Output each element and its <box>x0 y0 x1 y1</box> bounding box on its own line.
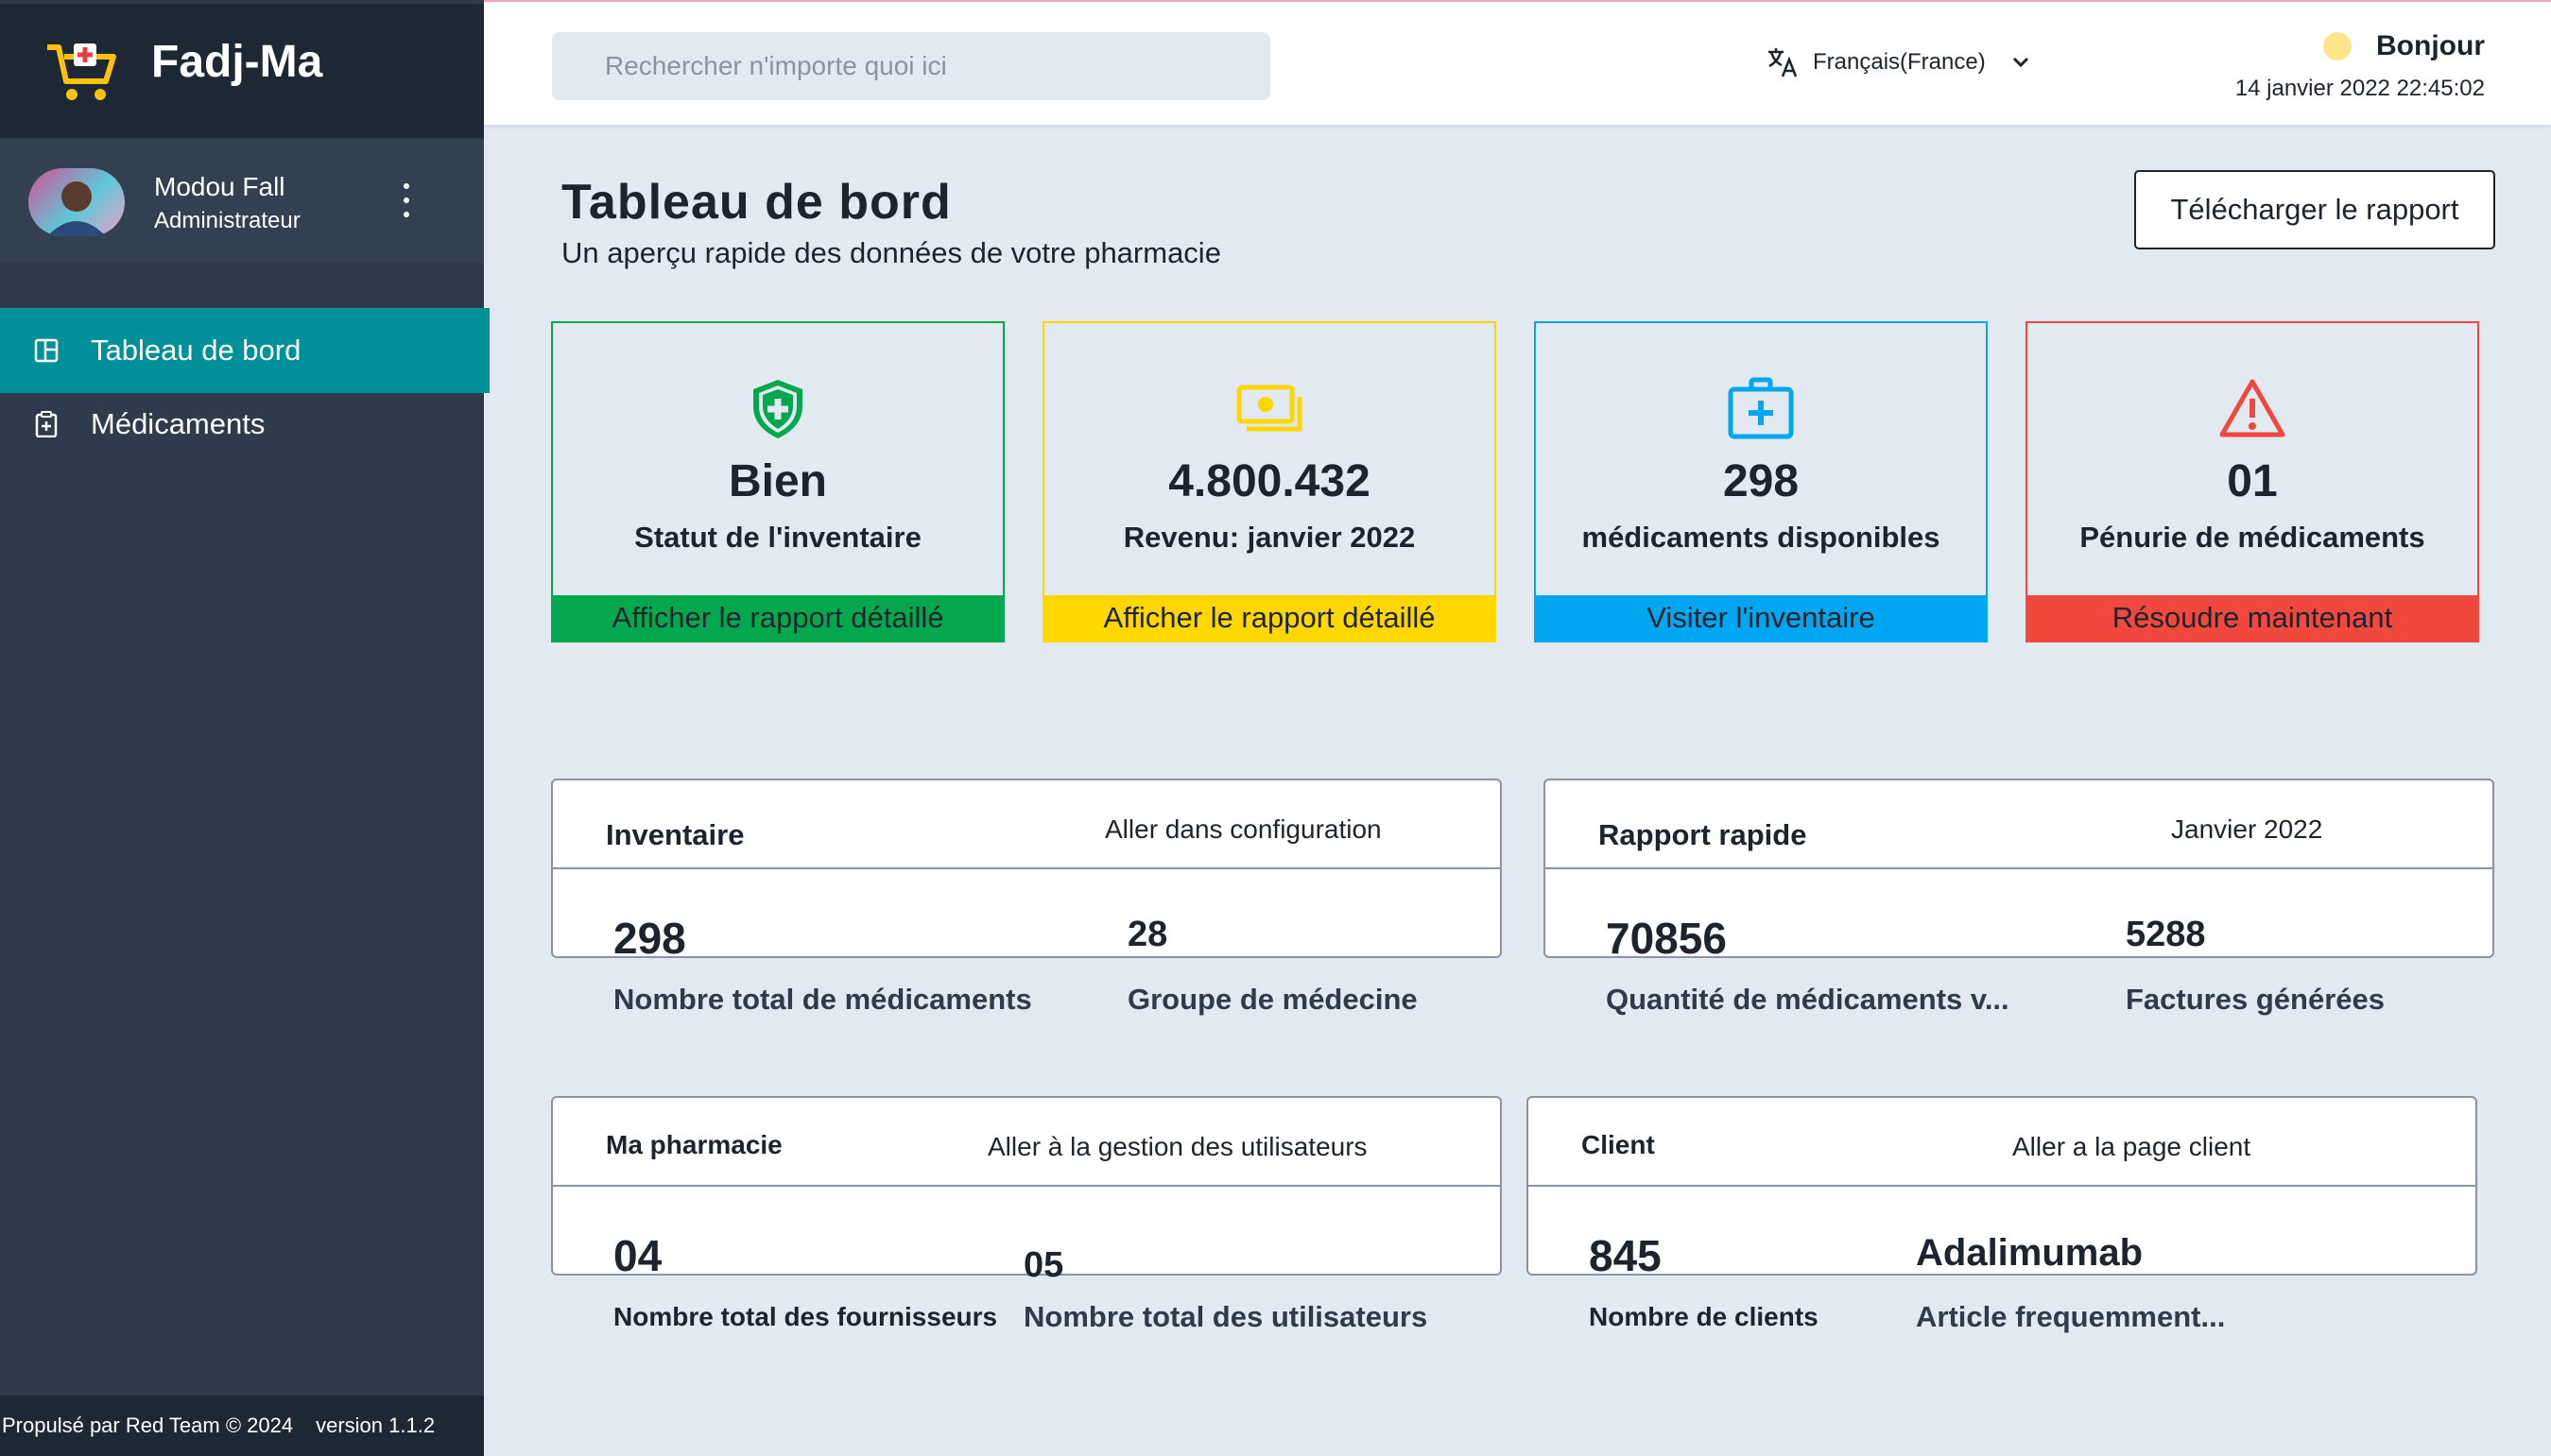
panel-label: Nombre de clients <box>1589 1302 1818 1331</box>
page-title: Tableau de bord <box>561 175 952 230</box>
stat-action-link[interactable]: Visiter l'inventaire <box>1536 595 1986 641</box>
stat-label: Revenu: janvier 2022 <box>1123 521 1416 554</box>
sidebar-footer: Propulsé par Red Team © 2024 version 1.1… <box>0 1396 484 1456</box>
stat-card-shortage: 01 Pénurie de médicaments Résoudre maint… <box>2025 321 2479 642</box>
medkit-icon <box>1728 377 1794 439</box>
avatar <box>28 168 125 236</box>
panel-label: Groupe de médecine <box>1128 983 1418 1016</box>
warning-icon <box>2219 379 2285 437</box>
sun-icon <box>2323 32 2353 60</box>
stat-label: Pénurie de médicaments <box>2079 521 2425 554</box>
clipboard-plus-icon <box>35 411 58 437</box>
stat-value: Bien <box>728 456 827 506</box>
top-bar: Français(France) Bonjour 14 janvier 2022… <box>484 2 2551 125</box>
panel-title: Inventaire <box>606 818 745 851</box>
user-name: Modou Fall <box>154 172 285 201</box>
panel-value: 298 <box>613 914 686 963</box>
panel-value: 04 <box>613 1231 663 1280</box>
language-label: Français(France) <box>1813 49 1986 75</box>
chevron-down-icon <box>2012 57 2028 68</box>
user-profile: Modou Fall Administrateur <box>0 140 484 263</box>
greeting-block: Bonjour 14 janvier 2022 22:45:02 <box>2235 30 2485 102</box>
panel-client: Client Aller a la page client 845 Nombre… <box>1526 1096 2477 1333</box>
panel-title: Client <box>1581 1130 1655 1159</box>
page-subtitle: Un aperçu rapide des données de votre ph… <box>561 236 1221 269</box>
panel-value: Adalimumab <box>1916 1232 2144 1274</box>
greeting-text: Bonjour <box>2376 30 2485 61</box>
panel-quick-report: Rapport rapide Janvier 2022 70856 Quanti… <box>1543 779 2494 1016</box>
panel-value: 70856 <box>1606 914 1727 963</box>
version-text: version 1.1.2 <box>316 1413 436 1437</box>
panel-label: Nombre total des fournisseurs <box>613 1302 998 1331</box>
stat-value: 4.800.432 <box>1168 456 1370 506</box>
stat-label: médicaments disponibles <box>1581 521 1940 554</box>
stat-action-link[interactable]: Résoudre maintenant <box>2027 595 2477 641</box>
panel-inventory: Inventaire Aller dans configuration 298 … <box>551 779 1502 1016</box>
stat-action-link[interactable]: Afficher le rapport détaillé <box>1044 595 1494 641</box>
panel-my-pharmacy: Ma pharmacie Aller à la gestion des util… <box>551 1096 1502 1333</box>
panel-label: Factures générées <box>2126 983 2385 1016</box>
translate-icon <box>1768 48 1798 77</box>
panel-title: Rapport rapide <box>1598 818 1807 851</box>
panel-label: Article frequemment... <box>1916 1300 2226 1333</box>
powered-by-text: Propulsé par Red Team © 2024 <box>2 1413 294 1437</box>
panel-title: Ma pharmacie <box>606 1130 783 1159</box>
download-report-button[interactable]: Télécharger le rapport <box>2134 170 2495 249</box>
shield-plus-icon <box>753 380 802 438</box>
stat-label: Statut de l'inventaire <box>634 521 922 554</box>
report-period-selector[interactable]: Janvier 2022 <box>2171 814 2322 845</box>
datetime-text: 14 janvier 2022 22:45:02 <box>2234 76 2485 101</box>
user-role: Administrateur <box>154 208 301 233</box>
panel-label: Nombre total des utilisateurs <box>1024 1300 1428 1333</box>
language-selector[interactable]: Français(France) <box>1766 45 2033 79</box>
more-options-icon[interactable] <box>395 180 418 221</box>
panel-label: Quantité de médicaments v... <box>1606 983 2009 1016</box>
app-name: Fadj-Ma <box>151 37 323 87</box>
panel-value: 845 <box>1589 1231 1662 1280</box>
go-to-client-page-link[interactable]: Aller a la page client <box>2012 1132 2250 1162</box>
go-to-user-management-link[interactable]: Aller à la gestion des utilisateurs <box>988 1132 1368 1162</box>
go-to-configuration-link[interactable]: Aller dans configuration <box>1105 814 1382 845</box>
sidebar-item-label: Médicaments <box>91 407 266 440</box>
dashboard-icon <box>34 338 59 363</box>
stat-action-link[interactable]: Afficher le rapport détaillé <box>553 595 1003 641</box>
panel-value: 5288 <box>2126 915 2206 954</box>
sidebar-item-label: Tableau de bord <box>91 334 302 367</box>
stat-value: 01 <box>2227 456 2278 506</box>
stat-card-revenue: 4.800.432 Revenu: janvier 2022 Afficher … <box>1043 321 1496 642</box>
cart-logo-icon <box>47 43 116 100</box>
panel-value: 28 <box>1128 915 1168 954</box>
money-icon <box>1236 385 1302 432</box>
panel-label: Nombre total de médicaments <box>613 983 1032 1016</box>
stat-card-medications: 298 médicaments disponibles Visiter l'in… <box>1534 321 1988 642</box>
stat-value: 298 <box>1722 456 1800 506</box>
panel-value: 05 <box>1024 1245 1064 1285</box>
stat-card-inventory-status: Bien Statut de l'inventaire Afficher le … <box>551 321 1005 642</box>
brand-header: Fadj-Ma <box>0 4 484 138</box>
sidebar-item-dashboard[interactable]: Tableau de bord <box>0 308 490 393</box>
sidebar: Fadj-Ma Modou Fall Administrateur Tablea… <box>0 0 490 1456</box>
search-input[interactable] <box>552 32 1270 100</box>
sidebar-item-medications[interactable]: Médicaments <box>0 382 490 467</box>
